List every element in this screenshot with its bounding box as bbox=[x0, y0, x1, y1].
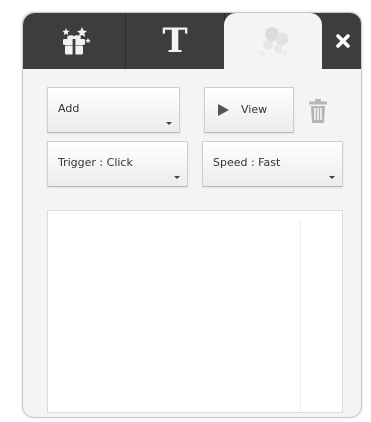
chevron-down-icon bbox=[166, 122, 172, 125]
trigger-dropdown[interactable]: Trigger : Click bbox=[47, 141, 188, 187]
speed-dropdown[interactable]: Speed : Fast bbox=[202, 141, 343, 187]
list-divider bbox=[300, 221, 301, 411]
text-tab-glyph: T bbox=[162, 21, 188, 61]
add-dropdown-label: Add bbox=[58, 102, 80, 115]
close-button[interactable] bbox=[323, 13, 361, 69]
view-button[interactable]: View bbox=[204, 87, 294, 133]
chevron-down-icon bbox=[329, 176, 335, 179]
animation-panel: T Add View Trigger: Click Speed: Fast bbox=[22, 12, 362, 418]
trash-icon bbox=[309, 99, 327, 123]
delete-button[interactable] bbox=[303, 93, 333, 129]
tab-animation[interactable] bbox=[224, 13, 322, 71]
close-icon bbox=[336, 34, 350, 48]
play-icon bbox=[218, 104, 229, 116]
chevron-down-icon bbox=[174, 176, 180, 179]
trigger-dropdown-label: Trigger : Click bbox=[58, 156, 133, 169]
view-button-label: View bbox=[241, 103, 268, 116]
tab-text[interactable]: T bbox=[126, 13, 225, 69]
gift-box-stars-icon bbox=[62, 27, 91, 55]
tab-effects[interactable] bbox=[23, 13, 126, 69]
speed-dropdown-label: Speed : Fast bbox=[213, 156, 281, 169]
tab-bar: T bbox=[23, 13, 361, 71]
add-dropdown[interactable]: Add bbox=[47, 87, 180, 133]
bubbles-icon bbox=[259, 27, 289, 58]
animation-list[interactable] bbox=[47, 210, 343, 413]
